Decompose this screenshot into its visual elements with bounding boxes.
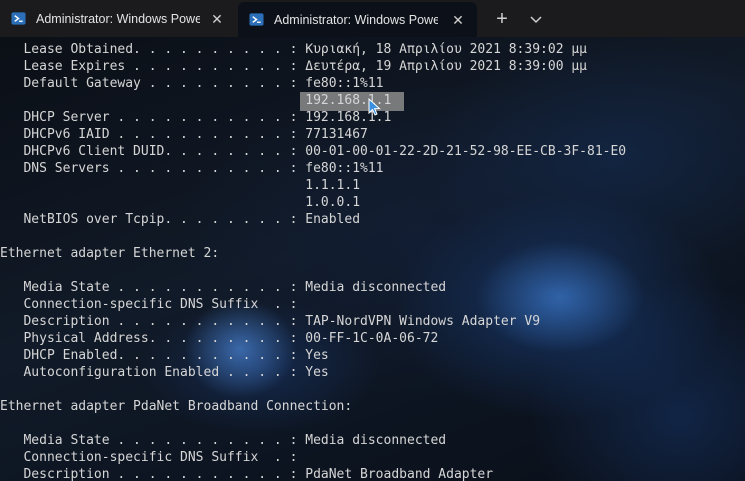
new-tab-button[interactable]: +	[492, 9, 512, 29]
tab-bar: Administrator: Windows PowerShell ✕ Admi…	[0, 0, 745, 37]
terminal-line: Description . . . . . . . . . . . : PdaN…	[0, 467, 494, 481]
terminal-line: Media State . . . . . . . . . . . : Medi…	[0, 280, 447, 295]
terminal-line: NetBIOS over Tcpip. . . . . . . . : Enab…	[0, 212, 361, 227]
terminal-line: Ethernet adapter Ethernet 2:	[0, 246, 220, 261]
terminal-line: Default Gateway . . . . . . . . . : fe80…	[0, 76, 384, 91]
terminal-line: DNS Servers . . . . . . . . . . . : fe80…	[0, 161, 384, 176]
powershell-icon	[11, 12, 26, 25]
terminal-line: DHCPv6 Client DUID. . . . . . . . : 00-0…	[0, 144, 627, 159]
tab-label: Administrator: Windows PowerShell	[36, 11, 200, 26]
tab-close-icon[interactable]: ✕	[451, 13, 465, 27]
terminal-line: 192.168.1.1	[0, 93, 392, 108]
terminal-line: DHCP Enabled. . . . . . . . . . . : Yes	[0, 348, 329, 363]
terminal-line: Connection-specific DNS Suffix . :	[0, 450, 298, 465]
tab-powershell-2[interactable]: Administrator: Windows PowerShell ✕	[238, 2, 477, 37]
terminal-line: DHCP Server . . . . . . . . . . . : 192.…	[0, 110, 392, 125]
terminal-line: Physical Address. . . . . . . . . : 00-F…	[0, 331, 439, 346]
terminal-line: DHCPv6 IAID . . . . . . . . . . . : 7713…	[0, 127, 368, 142]
terminal-line: Connection-specific DNS Suffix . :	[0, 297, 298, 312]
terminal-line: 1.1.1.1	[0, 178, 361, 193]
terminal-line: Description . . . . . . . . . . . : TAP-…	[0, 314, 541, 329]
terminal-line: Ethernet adapter PdaNet Broadband Connec…	[0, 399, 353, 414]
tab-close-icon[interactable]: ✕	[210, 12, 224, 26]
tab-label: Administrator: Windows PowerShell	[274, 12, 438, 27]
terminal-line: Autoconfiguration Enabled . . . . : Yes	[0, 365, 329, 380]
powershell-icon	[249, 13, 264, 26]
chevron-down-icon[interactable]	[526, 9, 546, 29]
terminal-line: 1.0.0.1	[0, 195, 361, 210]
mouse-cursor-icon	[368, 98, 381, 116]
terminal-line: Lease Obtained. . . . . . . . . . : Κυρι…	[0, 42, 587, 57]
terminal-output[interactable]: Lease Obtained. . . . . . . . . . : Κυρι…	[0, 37, 745, 481]
terminal-line: Media State . . . . . . . . . . . : Medi…	[0, 433, 447, 448]
terminal-line: Lease Expires . . . . . . . . . . : Δευτ…	[0, 59, 587, 74]
tab-powershell-1[interactable]: Administrator: Windows PowerShell ✕	[0, 0, 236, 37]
